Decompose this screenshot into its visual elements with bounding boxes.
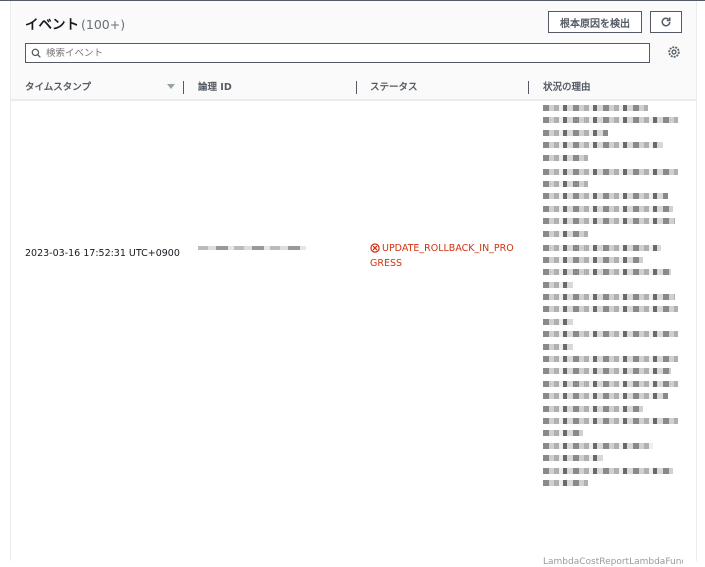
redacted-line <box>543 218 675 225</box>
redacted-line <box>543 417 678 424</box>
redacted-line <box>543 455 603 462</box>
redacted-line <box>543 442 653 449</box>
column-resizer[interactable] <box>356 81 357 94</box>
panel-title-text: イベント <box>25 17 79 33</box>
sort-descending-icon[interactable] <box>166 81 176 91</box>
redacted-line <box>543 269 671 276</box>
redacted-line <box>543 343 573 350</box>
redacted-line <box>543 467 673 474</box>
event-count: (100+) <box>81 17 126 32</box>
refresh-icon <box>661 17 671 27</box>
reason-cell-redacted <box>543 105 683 492</box>
redacted-line <box>543 318 573 325</box>
redacted-line <box>543 306 678 313</box>
detect-root-cause-button[interactable]: 根本原因を検出 <box>548 11 642 33</box>
events-header: イベント(100+) 根本原因を検出 タイムスタンプ 論理 ID ステータス 状… <box>11 1 696 101</box>
redacted-line <box>543 368 671 375</box>
column-header-status[interactable]: ステータス <box>370 73 418 99</box>
error-circle-icon <box>370 243 380 253</box>
redacted-line <box>543 405 643 412</box>
redacted-line <box>543 479 588 486</box>
redacted-line <box>543 331 678 338</box>
redacted-line <box>543 205 673 212</box>
redacted-line <box>543 393 668 400</box>
logical-id-cell-redacted <box>198 246 306 250</box>
panel-title: イベント (100+) <box>25 13 125 33</box>
redacted-line <box>543 356 678 363</box>
column-header-logical-id[interactable]: 論理 ID <box>198 73 232 99</box>
redacted-line <box>543 380 678 387</box>
events-panel: イベント(100+) 根本原因を検出 タイムスタンプ 論理 ID ステータス 状… <box>10 1 697 567</box>
redacted-line <box>543 180 588 187</box>
redacted-line <box>543 294 675 301</box>
redacted-line <box>543 193 668 200</box>
redacted-line <box>543 244 661 251</box>
redacted-line <box>543 168 678 175</box>
redacted-line <box>543 281 573 288</box>
reason-tail-text: LambdaCostReportLambdaFunc <box>543 557 683 567</box>
status-text: UPDATE_ROLLBACK_IN_PROGRESS <box>370 243 514 269</box>
search-field[interactable] <box>25 43 650 63</box>
redacted-line <box>543 256 643 263</box>
search-icon <box>26 48 46 58</box>
redacted-line <box>543 117 678 124</box>
refresh-button[interactable] <box>650 11 682 33</box>
column-header-reason[interactable]: 状況の理由 <box>543 73 591 99</box>
search-input[interactable] <box>46 47 649 59</box>
redacted-line <box>543 129 608 136</box>
column-resizer[interactable] <box>528 81 529 94</box>
column-resizer[interactable] <box>183 81 184 94</box>
redacted-line <box>543 430 583 437</box>
redacted-line <box>543 230 588 237</box>
redacted-line <box>543 105 648 111</box>
redacted-line <box>543 154 588 161</box>
status-cell: UPDATE_ROLLBACK_IN_PROGRESS <box>370 241 520 271</box>
redacted-line <box>543 142 663 149</box>
column-header-timestamp[interactable]: タイムスタンプ <box>25 73 91 99</box>
timestamp-cell: 2023-03-16 17:52:31 UTC+0900 <box>25 248 180 259</box>
gear-icon[interactable] <box>667 45 681 59</box>
